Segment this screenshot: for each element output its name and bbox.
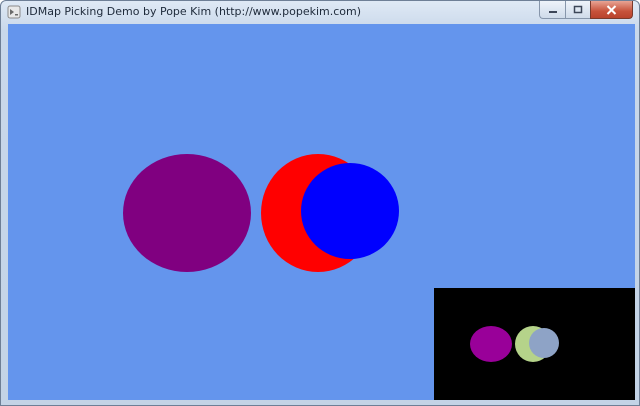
app-icon [7, 5, 21, 19]
caption-buttons [539, 1, 633, 20]
idmap-canvas [470, 326, 559, 362]
maximize-button[interactable] [565, 1, 590, 19]
idmap-preview [434, 288, 635, 400]
close-icon [606, 4, 617, 15]
window-title: IDMap Picking Demo by Pope Kim (http://w… [26, 5, 362, 18]
purple-sphere[interactable] [123, 154, 251, 272]
app-window: IDMap Picking Demo by Pope Kim (http://w… [0, 0, 640, 406]
title-bar[interactable]: IDMap Picking Demo by Pope Kim (http://w… [1, 1, 639, 24]
maximize-icon [573, 5, 583, 14]
id-purple-sphere [470, 326, 512, 362]
render-viewport[interactable] [8, 24, 635, 400]
minimize-button[interactable] [539, 1, 565, 19]
close-button[interactable] [590, 1, 633, 19]
blue-sphere[interactable] [301, 163, 399, 259]
id-blue-sphere [529, 328, 559, 358]
minimize-icon [548, 10, 557, 13]
